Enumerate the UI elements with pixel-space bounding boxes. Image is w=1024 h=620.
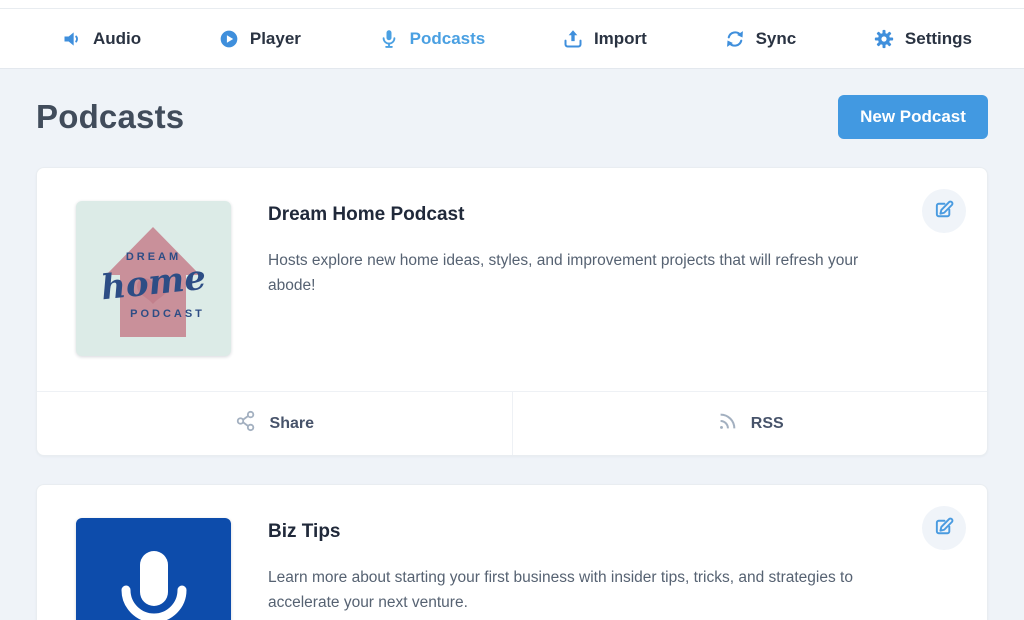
nav-label: Settings (905, 29, 972, 49)
podcast-title: Biz Tips (268, 521, 878, 543)
podcast-description: Learn more about starting your first bus… (268, 565, 878, 615)
edit-icon (933, 516, 955, 541)
edit-podcast-button[interactable] (922, 506, 966, 550)
nav-label: Podcasts (410, 29, 486, 49)
nav-item-podcasts[interactable]: Podcasts (379, 29, 486, 49)
gear-icon (874, 29, 894, 49)
nav-item-player[interactable]: Player (219, 29, 301, 49)
podcast-description: Hosts explore new home ideas, styles, an… (268, 248, 878, 298)
nav-label: Import (594, 29, 647, 49)
page-header: Podcasts New Podcast (36, 95, 988, 139)
share-label: Share (270, 415, 314, 433)
card-body: Biz Tips Learn more about starting your … (37, 485, 987, 620)
share-button[interactable]: Share (37, 392, 512, 455)
page-title: Podcasts (36, 98, 184, 136)
nav-item-audio[interactable]: Audio (62, 29, 141, 49)
card-actions: Share RSS (37, 391, 987, 455)
nav-item-sync[interactable]: Sync (725, 29, 797, 49)
microphone-icon (379, 29, 399, 49)
artwork-word-podcast: PODCAST (90, 308, 231, 320)
share-icon (235, 410, 257, 437)
nav-label: Audio (93, 29, 141, 49)
edit-icon (933, 199, 955, 224)
play-circle-icon (219, 29, 239, 49)
rss-icon (716, 410, 738, 437)
rss-label: RSS (751, 415, 784, 433)
speaker-icon (62, 29, 82, 49)
nav-label: Sync (756, 29, 797, 49)
main-navigation: Audio Player Podcasts Import Sync Settin… (0, 8, 1024, 69)
window-top-strip (0, 0, 1024, 8)
upload-icon (563, 29, 583, 49)
podcast-card-dream-home: DREAM home PODCAST Dream Home Podcast Ho… (36, 167, 988, 456)
rss-button[interactable]: RSS (512, 392, 988, 455)
sync-icon (725, 29, 745, 49)
nav-label: Player (250, 29, 301, 49)
podcast-artwork-biz-tips (76, 518, 231, 620)
podcast-info: Dream Home Podcast Hosts explore new hom… (268, 201, 948, 356)
nav-item-import[interactable]: Import (563, 29, 647, 49)
podcasts-page: Podcasts New Podcast DREAM home PODCAST … (0, 95, 1024, 620)
podcast-title: Dream Home Podcast (268, 204, 878, 226)
podcast-artwork-dream-home: DREAM home PODCAST (76, 201, 231, 356)
microphone-graphic (76, 518, 231, 620)
podcast-card-biz-tips: Biz Tips Learn more about starting your … (36, 484, 988, 620)
card-body: DREAM home PODCAST Dream Home Podcast Ho… (37, 168, 987, 391)
podcast-info: Biz Tips Learn more about starting your … (268, 518, 948, 620)
new-podcast-button[interactable]: New Podcast (838, 95, 988, 139)
edit-podcast-button[interactable] (922, 189, 966, 233)
nav-item-settings[interactable]: Settings (874, 29, 972, 49)
